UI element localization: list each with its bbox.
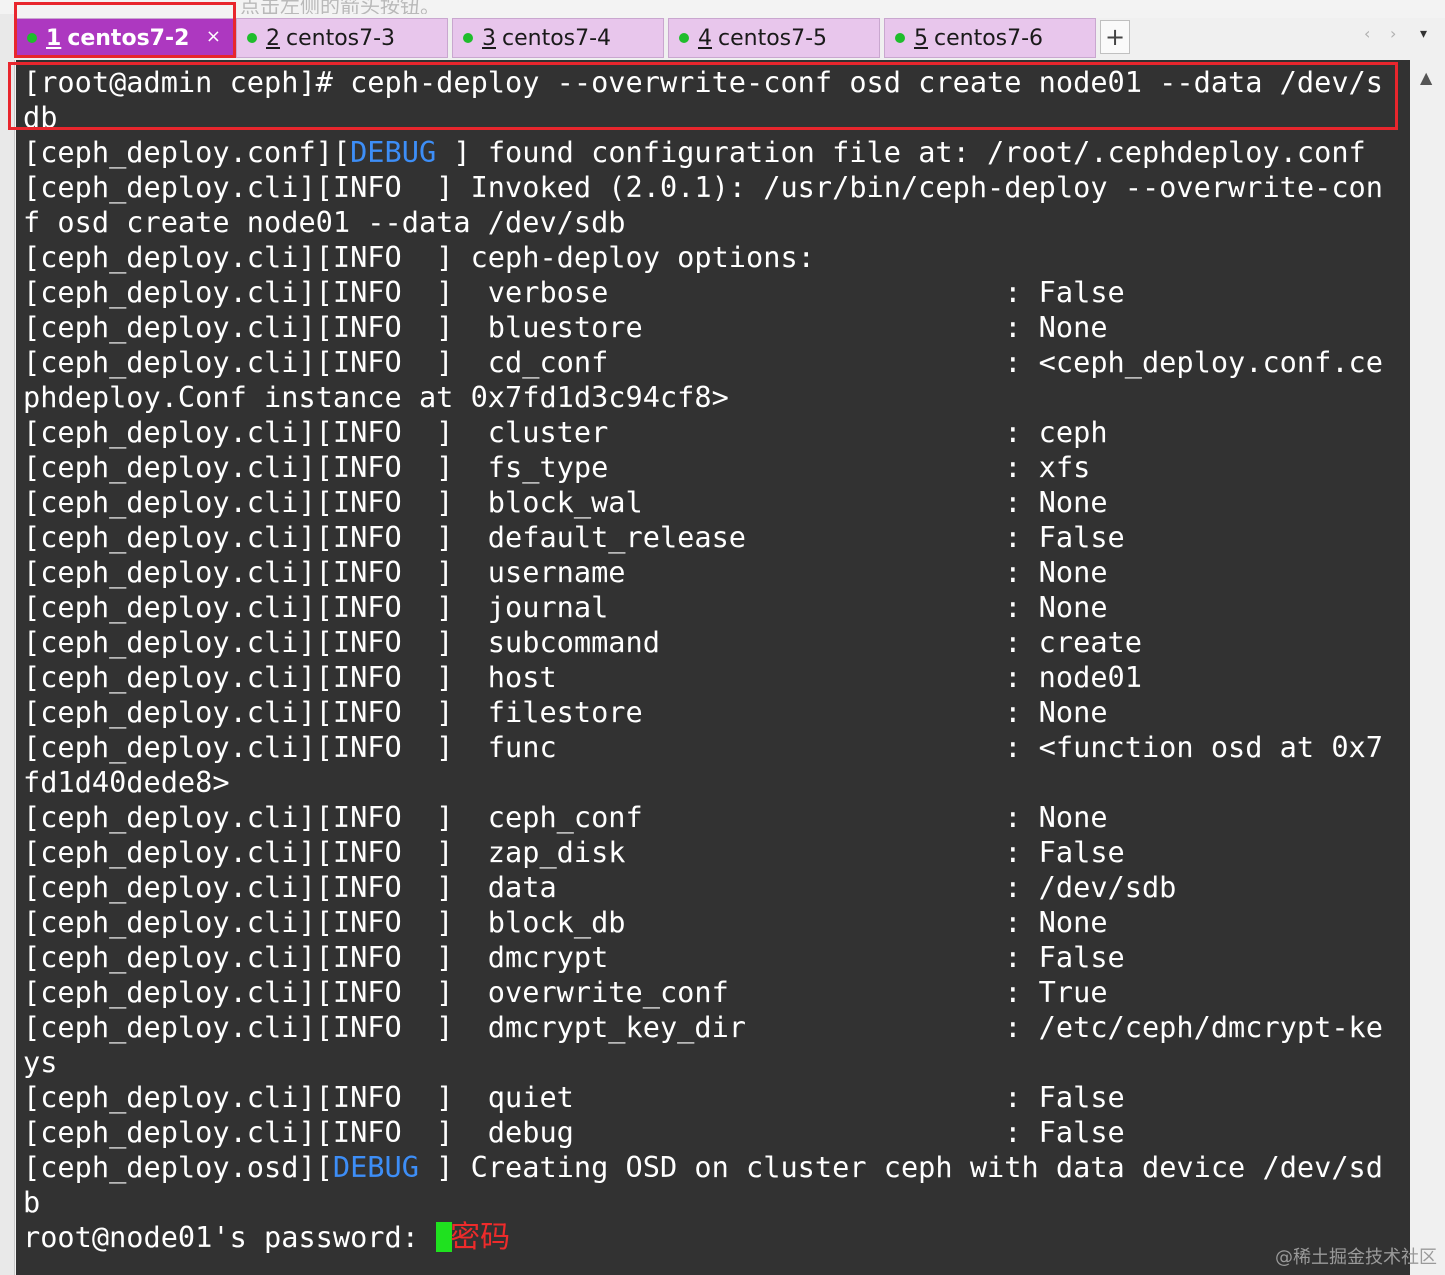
- terminal-line: [ceph_deploy.cli][INFO ] block_wal : Non…: [23, 485, 1108, 519]
- terminal-line: [ceph_deploy.cli][INFO ] ceph_conf : Non…: [23, 800, 1108, 834]
- tab-centos7-4[interactable]: 3 centos7-4: [452, 18, 664, 58]
- close-tab-icon[interactable]: ×: [206, 26, 221, 47]
- terminal-line: [ceph_deploy.cli][INFO ] func : <functio…: [23, 730, 1383, 764]
- tab-number: 5: [914, 25, 928, 51]
- tab-centos7-3[interactable]: 2 centos7-3: [236, 18, 448, 58]
- session-tab-bar: 1 centos7-2 × 2 centos7-3 3 centos7-4 4 …: [14, 18, 1445, 60]
- terminal-line: [ceph_deploy.conf][DEBUG ] found configu…: [23, 135, 1366, 170]
- connected-status-icon: [463, 33, 473, 43]
- terminal-line: [ceph_deploy.cli][INFO ] journal : None: [23, 590, 1108, 624]
- top-strip: 点击左侧的箭头按钮。: [0, 0, 1445, 14]
- terminal-line: b: [23, 1185, 41, 1219]
- terminal-line: [ceph_deploy.cli][INFO ] ceph-deploy opt…: [23, 240, 815, 274]
- password-annotation: 密码: [450, 1220, 511, 1255]
- terminal-line: [ceph_deploy.cli][INFO ] cd_conf : <ceph…: [23, 345, 1383, 379]
- tab-number: 1: [46, 25, 62, 51]
- tab-label: centos7-4: [502, 25, 612, 51]
- left-side-panel: [0, 14, 15, 1275]
- tab-number: 3: [482, 25, 496, 51]
- debug-level: DEBUG: [332, 1150, 419, 1184]
- tab-label: centos7-2: [67, 25, 190, 51]
- terminal-line: [ceph_deploy.cli][INFO ] bluestore : Non…: [23, 310, 1108, 344]
- terminal-line: [ceph_deploy.cli][INFO ] quiet : False: [23, 1080, 1125, 1114]
- terminal-line: phdeploy.Conf instance at 0x7fd1d3c94cf8…: [23, 380, 729, 414]
- connected-status-icon: [27, 33, 37, 43]
- terminal-line: [ceph_deploy.cli][INFO ] host : node01: [23, 660, 1142, 694]
- terminal-line: [ceph_deploy.cli][INFO ] subcommand : cr…: [23, 625, 1142, 659]
- new-tab-button[interactable]: +: [1100, 20, 1130, 54]
- terminal-line: f osd create node01 --data /dev/sdb: [23, 205, 626, 239]
- tab-list-menu-icon[interactable]: ▾: [1420, 26, 1427, 42]
- terminal-line: [ceph_deploy.cli][INFO ] username : None: [23, 555, 1108, 589]
- connected-status-icon: [679, 33, 689, 43]
- terminal-line: [root@admin ceph]# ceph-deploy --overwri…: [23, 65, 1383, 99]
- terminal-line: [ceph_deploy.cli][INFO ] overwrite_conf …: [23, 975, 1108, 1009]
- connected-status-icon: [895, 33, 905, 43]
- log-prefix: [ceph_deploy.conf][: [23, 135, 351, 169]
- top-strip-text: 点击左侧的箭头按钮。: [240, 0, 440, 14]
- terminal-line: [ceph_deploy.cli][INFO ] debug : False: [23, 1115, 1125, 1149]
- tab-scroll-left-icon[interactable]: ‹: [1364, 24, 1370, 43]
- log-message: ] found configuration file at: /root/.ce…: [436, 135, 1366, 169]
- tab-label: centos7-5: [718, 25, 828, 51]
- terminal-line: [ceph_deploy.cli][INFO ] verbose : False: [23, 275, 1125, 309]
- watermark: @稀土掘金技术社区: [1275, 1247, 1437, 1268]
- terminal-line: [ceph_deploy.cli][INFO ] cluster : ceph: [23, 415, 1108, 449]
- terminal-line: [ceph_deploy.cli][INFO ] dmcrypt : False: [23, 940, 1125, 974]
- terminal-line: fd1d40dede8>: [23, 765, 230, 799]
- scroll-up-icon[interactable]: ▲: [1420, 68, 1432, 87]
- tab-centos7-2[interactable]: 1 centos7-2 ×: [16, 18, 234, 58]
- terminal-output[interactable]: [root@admin ceph]# ceph-deploy --overwri…: [16, 60, 1410, 1275]
- tab-scroll-right-icon[interactable]: ›: [1390, 24, 1396, 43]
- terminal-line: [ceph_deploy.cli][INFO ] dmcrypt_key_dir…: [23, 1010, 1383, 1044]
- tab-number: 2: [266, 25, 280, 51]
- password-prompt-line: root@node01's password: 密码: [23, 1220, 510, 1255]
- terminal-line: [ceph_deploy.cli][INFO ] filestore : Non…: [23, 695, 1108, 729]
- terminal-line: [ceph_deploy.cli][INFO ] data : /dev/sdb: [23, 870, 1177, 904]
- tab-label: centos7-3: [286, 25, 396, 51]
- terminal-line: [ceph_deploy.osd][DEBUG ] Creating OSD o…: [23, 1150, 1383, 1185]
- connected-status-icon: [247, 33, 257, 43]
- terminal-line: [ceph_deploy.cli][INFO ] block_db : None: [23, 905, 1108, 939]
- terminal-line: db: [23, 100, 58, 134]
- tab-centos7-6[interactable]: 5 centos7-6: [884, 18, 1096, 58]
- terminal-line: [ceph_deploy.cli][INFO ] default_release…: [23, 520, 1125, 554]
- tab-label: centos7-6: [934, 25, 1044, 51]
- terminal-line: [ceph_deploy.cli][INFO ] fs_type : xfs: [23, 450, 1091, 484]
- debug-level: DEBUG: [350, 135, 437, 169]
- log-prefix: [ceph_deploy.osd][: [23, 1150, 333, 1184]
- tab-centos7-5[interactable]: 4 centos7-5: [668, 18, 880, 58]
- tab-number: 4: [698, 25, 712, 51]
- terminal-line: ys: [23, 1045, 58, 1079]
- terminal-line: [ceph_deploy.cli][INFO ] zap_disk : Fals…: [23, 835, 1125, 869]
- log-message: ] Creating OSD on cluster ceph with data…: [418, 1150, 1383, 1184]
- password-prompt: root@node01's password:: [23, 1220, 437, 1254]
- terminal-line: [ceph_deploy.cli][INFO ] Invoked (2.0.1)…: [23, 170, 1383, 204]
- terminal-scrollbar[interactable]: ▲: [1410, 60, 1445, 1275]
